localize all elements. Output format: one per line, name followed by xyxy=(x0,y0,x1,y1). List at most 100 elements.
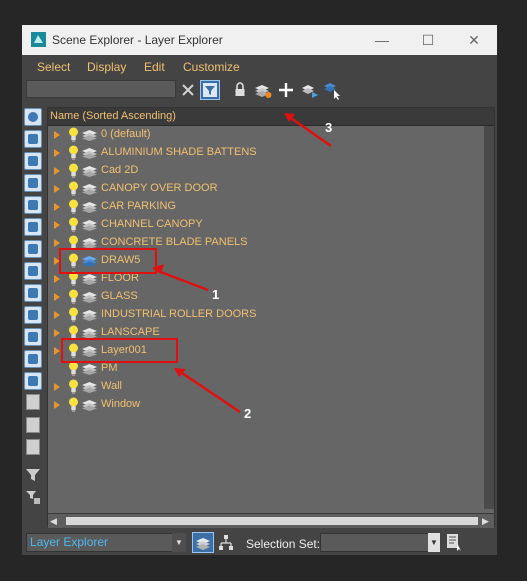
display-all-icon[interactable] xyxy=(24,372,42,390)
layer-name: Wall xyxy=(101,380,122,392)
window-title: Scene Explorer - Layer Explorer xyxy=(52,33,223,47)
layer-name: Cad 2D xyxy=(101,164,139,176)
expand-arrow-icon[interactable] xyxy=(54,131,60,139)
layer-icon[interactable] xyxy=(82,273,97,285)
expand-arrow-icon[interactable] xyxy=(54,275,60,283)
vertical-scrollbar[interactable] xyxy=(484,126,494,509)
layer-icon[interactable] xyxy=(82,291,97,303)
layer-row[interactable]: Wall xyxy=(48,378,484,396)
filter-toggle-icon[interactable] xyxy=(200,80,220,100)
expand-arrow-icon[interactable] xyxy=(54,329,60,337)
manage-selection-sets-icon[interactable] xyxy=(446,533,462,551)
expand-arrow-icon[interactable] xyxy=(54,293,60,301)
display-groups-icon[interactable] xyxy=(24,240,42,258)
expand-arrow-icon[interactable] xyxy=(54,239,60,247)
display-cameras-icon[interactable] xyxy=(24,174,42,192)
layer-name: 0 (default) xyxy=(101,128,151,140)
expand-arrow-icon[interactable] xyxy=(54,221,60,229)
layer-row[interactable]: 0 (default) xyxy=(48,126,484,144)
selection-set-dropdown-arrow-icon[interactable]: ▼ xyxy=(428,533,440,552)
layer-row[interactable]: ALUMINIUM SHADE BATTENS xyxy=(48,144,484,162)
visibility-bulb-icon[interactable] xyxy=(68,199,79,215)
layer-name: CANOPY OVER DOOR xyxy=(101,182,218,194)
page-icon[interactable] xyxy=(26,439,40,455)
layer-icon[interactable] xyxy=(82,399,97,411)
menu-customize[interactable]: Customize xyxy=(183,60,240,74)
layer-name: INDUSTRIAL ROLLER DOORS xyxy=(101,308,257,320)
layer-row[interactable]: INDUSTRIAL ROLLER DOORS xyxy=(48,306,484,324)
layer-icon[interactable] xyxy=(82,219,97,231)
display-shapes-icon[interactable] xyxy=(24,130,42,148)
layer-icon[interactable] xyxy=(82,165,97,177)
layer-row[interactable]: CAR PARKING xyxy=(48,198,484,216)
expand-arrow-icon[interactable] xyxy=(54,401,60,409)
selection-set-select[interactable] xyxy=(320,533,440,552)
expand-arrow-icon[interactable] xyxy=(54,149,60,157)
layer-icon[interactable] xyxy=(82,381,97,393)
invert-display-icon[interactable] xyxy=(26,417,40,433)
display-none-icon[interactable] xyxy=(26,394,40,410)
display-containers-icon[interactable] xyxy=(24,306,42,324)
layer-icon[interactable] xyxy=(82,201,97,213)
explorer-dropdown-arrow-icon[interactable]: ▼ xyxy=(172,533,186,552)
move-to-layer-icon[interactable] xyxy=(300,80,320,100)
explorer-type-select[interactable]: Layer Explorer xyxy=(26,533,186,552)
display-frozen-icon[interactable] xyxy=(24,328,42,346)
visibility-bulb-icon[interactable] xyxy=(68,217,79,233)
display-lights-icon[interactable] xyxy=(24,152,42,170)
display-helpers-icon[interactable] xyxy=(24,196,42,214)
layers-highlight-icon[interactable] xyxy=(253,80,273,100)
layer-explorer-mode-icon[interactable] xyxy=(192,532,214,553)
visibility-bulb-icon[interactable] xyxy=(68,163,79,179)
visibility-bulb-icon[interactable] xyxy=(68,361,79,377)
layer-row[interactable]: CANOPY OVER DOOR xyxy=(48,180,484,198)
layer-icon[interactable] xyxy=(82,183,97,195)
add-layer-icon[interactable] xyxy=(276,80,296,100)
display-hidden-icon[interactable] xyxy=(24,350,42,368)
close-button[interactable]: ✕ xyxy=(462,29,486,51)
menu-select[interactable]: Select xyxy=(37,60,70,74)
display-geometry-icon[interactable] xyxy=(24,108,42,126)
expand-arrow-icon[interactable] xyxy=(54,185,60,193)
visibility-bulb-icon[interactable] xyxy=(68,127,79,143)
layer-row[interactable]: GLASS xyxy=(48,288,484,306)
layer-row[interactable]: CHANNEL CANOPY xyxy=(48,216,484,234)
layer-icon[interactable] xyxy=(82,129,97,141)
visibility-bulb-icon[interactable] xyxy=(68,307,79,323)
expand-arrow-icon[interactable] xyxy=(54,203,60,211)
expand-arrow-icon[interactable] xyxy=(54,383,60,391)
filter-funnel-icon[interactable] xyxy=(25,467,41,483)
layer-row[interactable]: Cad 2D xyxy=(48,162,484,180)
display-bones-icon[interactable] xyxy=(24,284,42,302)
hierarchy-mode-icon[interactable] xyxy=(218,534,234,551)
title-bar[interactable]: Scene Explorer - Layer Explorer — ☐ ✕ xyxy=(22,25,497,55)
scroll-thumb[interactable] xyxy=(66,517,478,525)
display-spacewarps-icon[interactable] xyxy=(24,218,42,236)
scroll-right-arrow-icon[interactable]: ▶ xyxy=(482,516,489,527)
layer-icon[interactable] xyxy=(82,309,97,321)
visibility-bulb-icon[interactable] xyxy=(68,181,79,197)
menu-display[interactable]: Display xyxy=(87,60,126,74)
layer-icon[interactable] xyxy=(82,363,97,375)
maximize-button[interactable]: ☐ xyxy=(416,29,440,51)
visibility-bulb-icon[interactable] xyxy=(68,289,79,305)
minimize-button[interactable]: — xyxy=(370,29,394,51)
column-header-name[interactable]: Name (Sorted Ascending) xyxy=(48,108,494,126)
layer-icon[interactable] xyxy=(82,147,97,159)
visibility-bulb-icon[interactable] xyxy=(68,379,79,395)
visibility-bulb-icon[interactable] xyxy=(68,397,79,413)
filter-options-icon[interactable] xyxy=(25,489,41,505)
horizontal-scrollbar[interactable]: ◀ ▶ xyxy=(48,513,494,528)
select-layer-icon[interactable] xyxy=(322,80,342,100)
expand-arrow-icon[interactable] xyxy=(54,311,60,319)
layer-row[interactable]: Window xyxy=(48,396,484,414)
scroll-left-arrow-icon[interactable]: ◀ xyxy=(50,516,57,527)
lock-icon[interactable] xyxy=(230,80,250,100)
expand-arrow-icon[interactable] xyxy=(54,347,60,355)
clear-search-icon[interactable] xyxy=(178,80,198,100)
visibility-bulb-icon[interactable] xyxy=(68,145,79,161)
expand-arrow-icon[interactable] xyxy=(54,167,60,175)
search-input[interactable] xyxy=(26,80,176,98)
display-xrefs-icon[interactable] xyxy=(24,262,42,280)
menu-edit[interactable]: Edit xyxy=(144,60,165,74)
